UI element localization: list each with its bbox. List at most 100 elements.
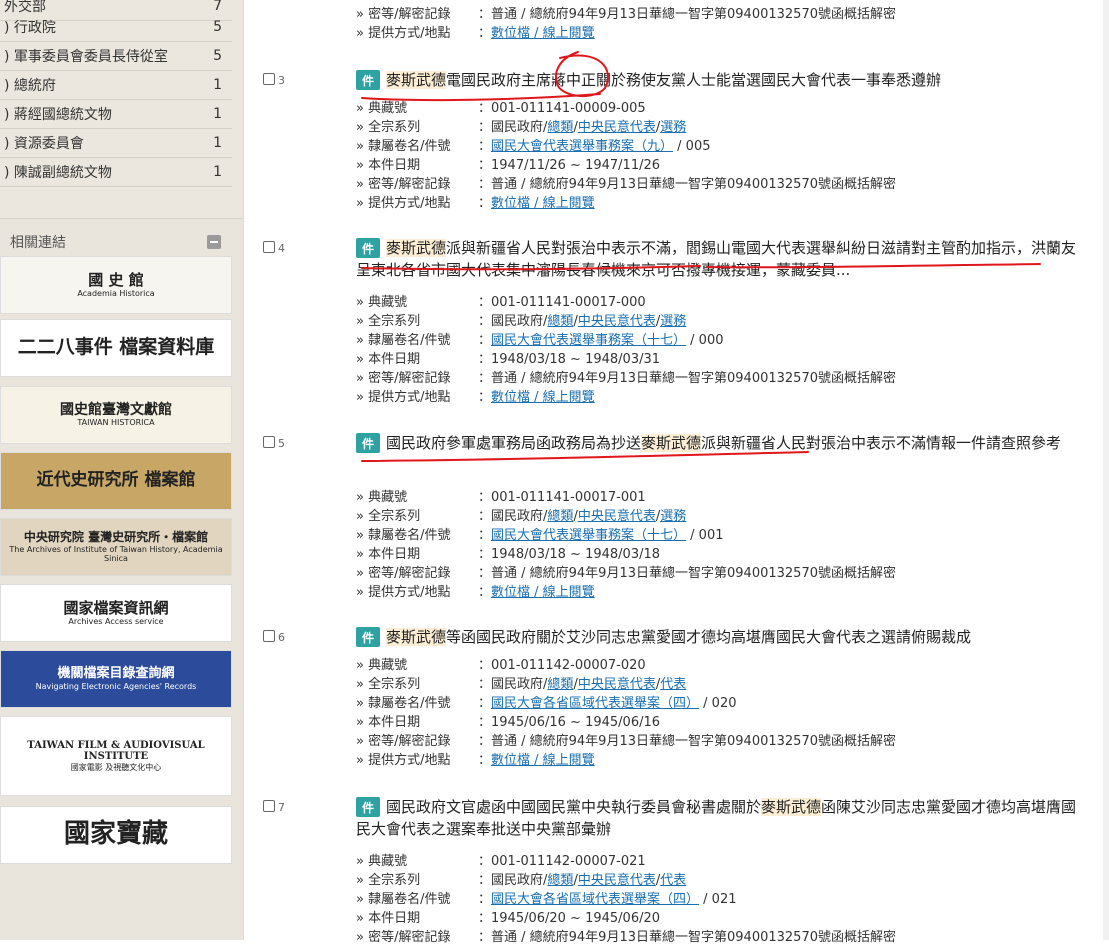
banner-title: 國史館臺灣文獻館	[60, 402, 172, 419]
secret-label: » 密等/解密記錄	[356, 177, 451, 192]
ref-value: ：001-011142-00007-020	[478, 658, 646, 673]
facet-count: 1	[213, 106, 222, 122]
series-link[interactable]: 總類	[547, 314, 573, 329]
series-label: » 全宗系列	[356, 120, 421, 135]
result-title-link[interactable]: 國民政府參軍處軍務局函政務局為抄送麥斯武德派與新疆省人民對張治中表示不滿情報一件…	[356, 432, 1078, 454]
date-label: » 本件日期	[356, 715, 421, 730]
related-link-banner[interactable]: 機關檔案目錄查詢網 Navigating Electronic Agencies…	[0, 650, 232, 708]
facet-item[interactable]: ) 蔣經國總統文物 1	[0, 100, 232, 129]
series-link[interactable]: 中央民意代表	[578, 509, 656, 524]
prev-secret-value: ：普通 / 總統府94年9月13日華總一智字第09400132570號函概括解密	[478, 7, 896, 22]
facet-item[interactable]: ) 行政院 5	[0, 13, 232, 42]
series-link[interactable]: 中央民意代表	[578, 677, 656, 692]
ref-label: » 典藏號	[356, 101, 408, 116]
series-link[interactable]: 選務	[660, 120, 686, 135]
ref-label: » 典藏號	[356, 490, 408, 505]
title-rest: 派與新疆省人民對張治中表示不滿情報一件請查照參考	[701, 434, 1062, 452]
facet-label[interactable]: ) 軍事委員會委員長侍從室	[0, 46, 206, 66]
volume-label: » 隸屬卷名/件號	[356, 139, 451, 154]
results-panel: » 密等/解密記錄 ：普通 / 總統府94年9月13日華總一智字第0940013…	[252, 0, 1109, 945]
access-link[interactable]: 數位檔 / 線上閱覽	[491, 585, 595, 600]
series-link[interactable]: 總類	[547, 677, 573, 692]
access-link[interactable]: 數位檔 / 線上閱覽	[491, 196, 595, 211]
related-link-banner[interactable]: 國家寶藏	[0, 806, 232, 864]
related-link-banner[interactable]: 國家檔案資訊網 Archives Access service	[0, 584, 232, 642]
facet-item[interactable]: ) 資源委員會 1	[0, 129, 232, 158]
result-checkbox[interactable]	[263, 73, 275, 85]
title-rest: 電國民政府主席蔣中正關於務使友黨人士能當選國民大會代表一事奉悉遵辦	[446, 71, 942, 89]
related-link-banner[interactable]: TAIWAN FILM & AUDIOVISUAL INSTITUTE 國家電影…	[0, 716, 232, 796]
collapse-icon[interactable]	[207, 235, 221, 249]
access-link[interactable]: 數位檔 / 線上閱覽	[491, 390, 595, 405]
banner-subtitle: Academia Historica	[77, 289, 155, 299]
volume-number: / 020	[699, 696, 737, 711]
result-title-link[interactable]: 麥斯武德派與新疆省人民對張治中表示不滿，閻錫山電國大代表選舉糾紛日滋請對主管酌加…	[356, 237, 1078, 281]
title-rest: 等函國民政府關於艾沙同志忠黨愛國才德均高堪膺國民大會代表之選請俯賜裁成	[446, 628, 972, 646]
ref-label: » 典藏號	[356, 295, 408, 310]
date-label: » 本件日期	[356, 352, 421, 367]
date-value: ：1945/06/20 ~ 1945/06/20	[478, 911, 661, 926]
series-link[interactable]: 總類	[547, 509, 573, 524]
volume-link[interactable]: 國民大會代表選舉事務案（十七）	[491, 528, 686, 543]
secret-value: ：普通 / 總統府94年9月13日華總一智字第09400132570號函概括解密	[478, 930, 896, 945]
series-link[interactable]: 代表	[660, 677, 686, 692]
volume-colon: ：	[478, 333, 492, 348]
volume-number: / 005	[673, 139, 711, 154]
result-checkbox[interactable]	[263, 630, 275, 642]
banner-title: 中央研究院 臺灣史研究所‧檔案館	[23, 529, 209, 544]
related-link-banner[interactable]: 二二八事件 檔案資料庫	[0, 319, 232, 377]
volume-link[interactable]: 國民大會各省區域代表選舉案（四）	[491, 892, 699, 907]
result-title-link[interactable]: 麥斯武德等函國民政府關於艾沙同志忠黨愛國才德均高堪膺國民大會代表之選請俯賜裁成	[356, 626, 1078, 648]
date-label: » 本件日期	[356, 158, 421, 173]
access-colon: ：	[478, 753, 492, 768]
access-link[interactable]: 數位檔 / 線上閱覽	[491, 753, 595, 768]
ref-value: ：001-011141-00017-001	[478, 490, 646, 505]
ref-value: ：001-011141-00017-000	[478, 295, 646, 310]
related-link-banner[interactable]: 國史館臺灣文獻館 TAIWAN HISTORICA	[0, 386, 232, 444]
series-link[interactable]: 選務	[660, 509, 686, 524]
volume-link[interactable]: 國民大會代表選舉事務案（九）	[491, 139, 673, 154]
related-link-banner[interactable]: 國 史 館 Academia Historica	[0, 256, 232, 314]
prev-access-link[interactable]: 數位檔 / 線上閱覽	[491, 26, 595, 41]
volume-link[interactable]: 國民大會代表選舉事務案（十七）	[491, 333, 686, 348]
access-label: » 提供方式/地點	[356, 196, 451, 211]
related-link-banner[interactable]: 中央研究院 臺灣史研究所‧檔案館 The Archives of Institu…	[0, 518, 232, 576]
title-prefix: 國民政府參軍處軍務局函政務局為抄送	[386, 434, 642, 452]
result-checkbox[interactable]	[263, 800, 275, 812]
series-link[interactable]: 總類	[547, 120, 573, 135]
banner-title: 二二八事件 檔案資料庫	[17, 336, 215, 359]
facet-count: 5	[213, 48, 222, 64]
title-highlight: 麥斯武德	[761, 798, 822, 816]
series-link[interactable]: 代表	[660, 873, 686, 888]
series-colon: ：	[478, 120, 492, 135]
series-link[interactable]: 選務	[660, 314, 686, 329]
result-title-link[interactable]: 國民政府文官處函中國國民黨中央執行委員會秘書處關於麥斯武德函陳艾沙同志忠黨愛國才…	[356, 796, 1078, 840]
result-number: 7	[278, 801, 285, 814]
facet-item[interactable]: ) 總統府 1	[0, 71, 232, 100]
access-colon: ：	[478, 585, 492, 600]
facet-label[interactable]: ) 資源委員會	[0, 133, 206, 153]
access-colon: ：	[478, 390, 492, 405]
facet-label[interactable]: ) 陳誠副總統文物	[0, 162, 206, 182]
series-link[interactable]: 中央民意代表	[578, 314, 656, 329]
result-number: 4	[278, 242, 285, 255]
series-link[interactable]: 中央民意代表	[578, 120, 656, 135]
related-link-banner[interactable]: 近代史研究所 檔案館	[0, 452, 232, 510]
series-link[interactable]: 總類	[547, 873, 573, 888]
result-number: 6	[278, 631, 285, 644]
facet-label[interactable]: ) 總統府	[0, 75, 206, 95]
result-checkbox[interactable]	[263, 241, 275, 253]
facet-label[interactable]: ) 蔣經國總統文物	[0, 104, 206, 124]
scrollbar[interactable]	[1103, 0, 1109, 940]
ref-value: ：001-011141-00009-005	[478, 101, 646, 116]
facet-label[interactable]: ) 行政院	[0, 17, 206, 37]
volume-link[interactable]: 國民大會各省區域代表選舉案（四）	[491, 696, 699, 711]
date-value: ：1945/06/16 ~ 1945/06/16	[478, 715, 661, 730]
banner-subtitle: TAIWAN HISTORICA	[77, 418, 155, 428]
result-checkbox[interactable]	[263, 436, 275, 448]
series-link[interactable]: 中央民意代表	[578, 873, 656, 888]
facet-item[interactable]: ) 陳誠副總統文物 1	[0, 158, 232, 187]
result-title-link[interactable]: 麥斯武德電國民政府主席蔣中正關於務使友黨人士能當選國民大會代表一事奉悉遵辦	[356, 69, 1078, 91]
facet-item[interactable]: ) 軍事委員會委員長侍從室 5	[0, 42, 232, 71]
secret-label: » 密等/解密記錄	[356, 371, 451, 386]
